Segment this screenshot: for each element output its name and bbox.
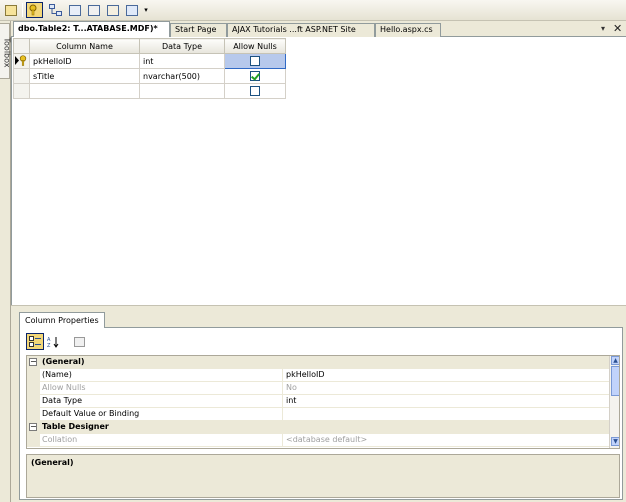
column-name-cell[interactable]: pkHelloID	[29, 53, 140, 69]
set-primary-key-icon[interactable]	[26, 2, 43, 18]
tab-ajax-tutorials[interactable]: AJAX Tutorials ...ft ASP.NET Site	[227, 23, 375, 37]
property-row[interactable]: (Name) pkHelloID	[27, 369, 609, 382]
property-row[interactable]: Collation <database default>	[27, 434, 609, 447]
svg-text:Z: Z	[47, 343, 51, 348]
designer-toolbar: ▾	[0, 0, 626, 21]
tab-label: AJAX Tutorials ...ft ASP.NET Site	[232, 25, 356, 34]
designer-icon[interactable]	[2, 2, 19, 18]
table-designer-pane: Column Name Data Type Allow Nulls pkHell…	[11, 37, 626, 305]
property-pages-icon[interactable]	[70, 333, 88, 350]
document-tab-strip: dbo.Table2: T...ATABASE.MDF)* Start Page…	[11, 21, 626, 37]
data-type-cell[interactable]: int	[139, 53, 225, 69]
properties-toolbar: AZ	[26, 333, 616, 350]
tab-table-designer[interactable]: dbo.Table2: T...ATABASE.MDF)*	[13, 21, 170, 37]
tab-hello-aspx-cs[interactable]: Hello.aspx.cs	[375, 23, 441, 37]
close-icon[interactable]: ✕	[613, 22, 622, 35]
property-description-pane: (General)	[26, 454, 620, 498]
property-grid-scrollbar[interactable]: ▲ ▼	[609, 356, 619, 448]
property-margin	[27, 434, 40, 447]
indexes-icon[interactable]	[66, 2, 83, 18]
property-name: Collation	[40, 434, 283, 447]
row-selector[interactable]	[13, 83, 30, 99]
table-row[interactable]	[13, 83, 286, 99]
relationships-icon[interactable]	[47, 2, 64, 18]
tab-column-properties[interactable]: Column Properties	[19, 312, 105, 328]
property-row[interactable]: Default Value or Binding	[27, 408, 609, 421]
column-name-header[interactable]: Column Name	[29, 38, 140, 54]
property-value[interactable]: <database default>	[283, 434, 609, 447]
scroll-up-icon[interactable]: ▲	[611, 356, 619, 365]
column-grid: Column Name Data Type Allow Nulls pkHell…	[13, 38, 286, 99]
property-value[interactable]: No	[283, 382, 609, 395]
primary-key-icon	[14, 54, 26, 66]
property-row[interactable]: Data Type int	[27, 395, 609, 408]
table-row[interactable]: sTitle nvarchar(500)	[13, 68, 286, 84]
column-grid-header: Column Name Data Type Allow Nulls	[13, 38, 286, 54]
toolbox-strip: Toolbox	[0, 21, 12, 502]
data-type-cell[interactable]: nvarchar(500)	[139, 68, 225, 84]
property-name: Data Type	[40, 395, 283, 408]
allow-nulls-cell[interactable]	[224, 83, 286, 99]
allow-nulls-cell[interactable]	[224, 53, 286, 69]
categorized-icon[interactable]	[26, 333, 44, 350]
allow-nulls-header[interactable]: Allow Nulls	[224, 38, 286, 54]
data-type-header[interactable]: Data Type	[139, 38, 225, 54]
property-name: Allow Nulls	[40, 382, 283, 395]
allow-nulls-checkbox[interactable]	[250, 56, 260, 66]
property-name: (Name)	[40, 369, 283, 382]
column-name-cell[interactable]: sTitle	[29, 68, 140, 84]
category-label: (General)	[42, 357, 85, 366]
property-value[interactable]: pkHelloID	[283, 369, 609, 382]
row-selector[interactable]	[13, 68, 30, 84]
xml-indexes-icon[interactable]	[104, 2, 121, 18]
toolbox-tab[interactable]: Toolbox	[0, 23, 12, 79]
description-title: (General)	[31, 458, 74, 467]
row-selector-header	[13, 38, 30, 54]
property-value[interactable]	[283, 408, 609, 421]
property-category[interactable]: − (General)	[27, 356, 609, 369]
tab-label: Start Page	[175, 25, 217, 34]
tab-list-dropdown-icon[interactable]: ▾	[601, 24, 605, 33]
property-grid: − (General) (Name) pkHelloID Allow Nulls…	[26, 355, 620, 449]
fulltext-icon[interactable]	[85, 2, 102, 18]
property-value[interactable]: int	[283, 395, 609, 408]
tab-label: Hello.aspx.cs	[380, 25, 433, 34]
property-margin	[27, 369, 40, 382]
check-constraints-icon[interactable]	[123, 2, 140, 18]
toolbar-options-icon[interactable]: ▾	[141, 2, 151, 18]
property-category[interactable]: − Table Designer	[27, 421, 609, 434]
alphabetical-icon[interactable]: AZ	[45, 333, 63, 350]
property-margin	[27, 395, 40, 408]
table-row[interactable]: pkHelloID int	[13, 53, 286, 69]
scrollbar-thumb[interactable]	[611, 366, 619, 396]
allow-nulls-checkbox[interactable]	[250, 71, 260, 81]
property-name: Default Value or Binding	[40, 408, 283, 421]
property-row[interactable]: Allow Nulls No	[27, 382, 609, 395]
column-properties-pane: Column Properties AZ − (General) (Name) …	[11, 311, 626, 502]
tab-label: dbo.Table2: T...ATABASE.MDF)*	[18, 24, 158, 33]
data-type-cell[interactable]	[139, 83, 225, 99]
property-margin	[27, 408, 40, 421]
category-label: Table Designer	[42, 422, 109, 431]
row-selector[interactable]	[13, 53, 30, 69]
toolbar-separator	[22, 3, 23, 17]
tab-start-page[interactable]: Start Page	[170, 23, 227, 37]
toolbar-separator	[66, 335, 67, 348]
column-name-cell[interactable]	[29, 83, 140, 99]
property-margin	[27, 382, 40, 395]
allow-nulls-checkbox[interactable]	[250, 86, 260, 96]
scroll-down-icon[interactable]: ▼	[611, 437, 619, 446]
collapse-icon[interactable]: −	[29, 358, 37, 366]
allow-nulls-cell[interactable]	[224, 68, 286, 84]
collapse-icon[interactable]: −	[29, 423, 37, 431]
column-properties-panel: AZ − (General) (Name) pkHelloID Allow Nu…	[19, 327, 623, 500]
